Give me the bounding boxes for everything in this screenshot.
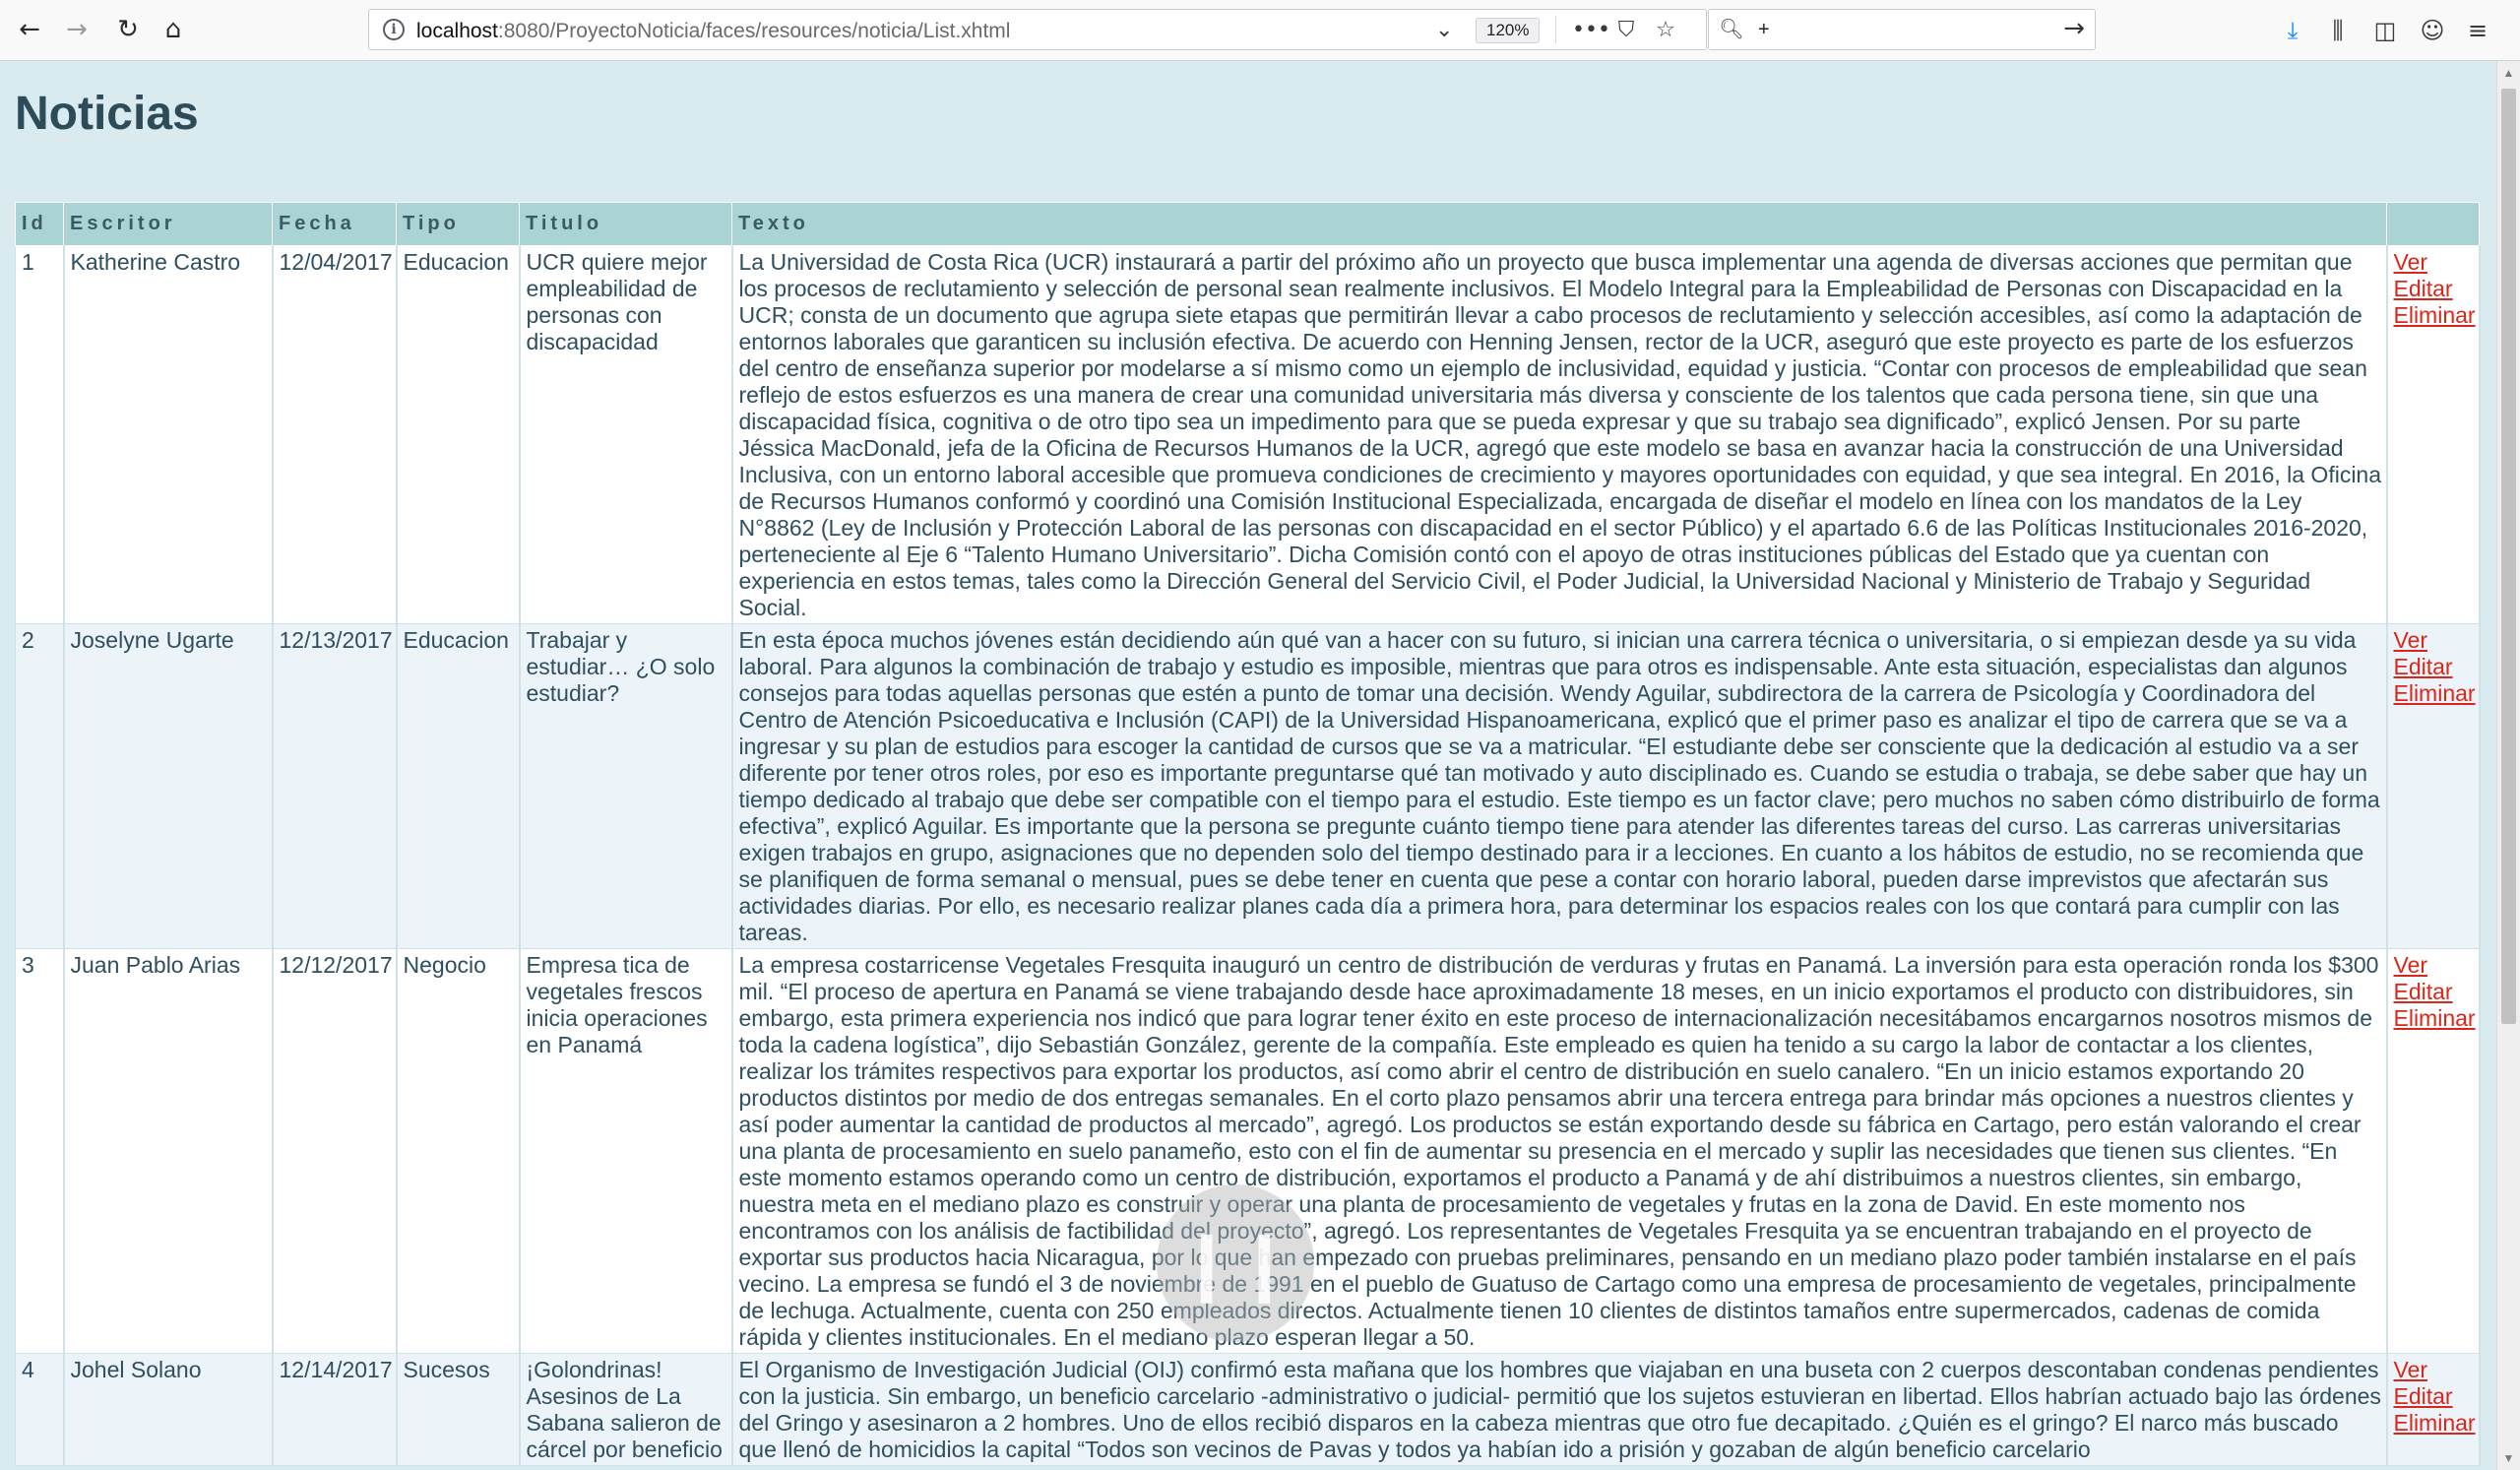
column-header-escritor: Escritor (63, 202, 273, 246)
column-header-texto: Texto (731, 202, 2387, 246)
cell-texto: La Universidad de Costa Rica (UCR) insta… (731, 245, 2388, 624)
cell-escritor: Joselyne Ugarte (63, 623, 274, 949)
eliminar-link[interactable]: Eliminar (2394, 302, 2476, 329)
cell-fecha: 12/04/2017 (272, 245, 398, 624)
ver-link[interactable]: Ver (2394, 952, 2475, 979)
eliminar-link[interactable]: Eliminar (2394, 680, 2476, 707)
cell-texto: En esta época muchos jóvenes están decid… (731, 623, 2388, 949)
table-row: 1 Katherine Castro 12/04/2017 Educacion … (15, 245, 2481, 624)
scroll-down-icon[interactable]: ▼ (2497, 1446, 2520, 1470)
cell-id: 3 (15, 948, 65, 1354)
table-row: 2 Joselyne Ugarte 12/13/2017 Educacion T… (15, 623, 2481, 949)
editar-link[interactable]: Editar (2394, 979, 2475, 1005)
page-actions-icon[interactable]: ••• (1572, 16, 1610, 45)
cell-actions: Ver Editar Eliminar (2386, 245, 2481, 624)
column-header-id: Id (15, 202, 64, 246)
cell-tipo: Educacion (396, 245, 521, 624)
back-button[interactable]: ← (12, 12, 47, 47)
ver-link[interactable]: Ver (2394, 627, 2475, 654)
sidebar-icon[interactable]: ◫ (2368, 14, 2402, 47)
url-separator (1555, 16, 1556, 43)
pocket-icon[interactable]: ⛉ (1611, 16, 1641, 45)
video-play-overlay-icon[interactable]: ❙❙ (1157, 1184, 1314, 1342)
bookmark-star-icon[interactable]: ☆ (1651, 16, 1680, 45)
home-button[interactable]: ⌂ (156, 12, 191, 47)
cell-id: 2 (15, 623, 65, 949)
account-icon[interactable]: ☺ (2416, 14, 2449, 47)
cell-tipo: Negocio (396, 948, 521, 1354)
vertical-scrollbar[interactable]: ▲ ▼ (2496, 61, 2520, 1470)
library-icon[interactable]: ⫼ (2321, 14, 2355, 47)
forward-button[interactable]: → (59, 12, 94, 47)
cell-actions: Ver Editar Eliminar (2386, 1353, 2481, 1466)
page-title: Noticias (15, 88, 199, 140)
cell-actions: Ver Editar Eliminar (2386, 623, 2481, 949)
scrollbar-thumb[interactable] (2501, 89, 2516, 1024)
editar-link[interactable]: Editar (2394, 654, 2475, 680)
download-icon[interactable]: ⤓ (2276, 14, 2309, 47)
url-text[interactable]: localhost:8080/ProyectoNoticia/faces/res… (416, 20, 1010, 43)
cell-escritor: Katherine Castro (63, 245, 274, 624)
zoom-indicator[interactable]: 120% (1476, 18, 1541, 43)
reload-button[interactable]: ↻ (110, 12, 146, 47)
eliminar-link[interactable]: Eliminar (2394, 1410, 2476, 1437)
search-icon: 🔍︎ (1719, 19, 1744, 40)
cell-actions: Ver Editar Eliminar (2386, 948, 2481, 1354)
eliminar-link[interactable]: Eliminar (2394, 1005, 2476, 1032)
column-header-acciones (2386, 202, 2480, 246)
browser-toolbar: ← → ↻ ⌂ i localhost:8080/ProyectoNoticia… (0, 0, 2520, 61)
ver-link[interactable]: Ver (2394, 1357, 2475, 1383)
column-header-titulo: Titulo (519, 202, 732, 246)
cell-fecha: 12/12/2017 (272, 948, 398, 1354)
page-content: Noticias Id Escritor Fecha Tipo Titulo T… (0, 61, 2496, 1470)
cell-fecha: 12/14/2017 (272, 1353, 398, 1466)
cell-titulo: Empresa tica de vegetales frescos inicia… (519, 948, 733, 1354)
cell-texto: La empresa costarricense Vegetales Fresq… (731, 948, 2388, 1354)
cell-id: 4 (15, 1353, 65, 1466)
cell-tipo: Educacion (396, 623, 521, 949)
info-icon[interactable]: i (383, 19, 405, 40)
cell-id: 1 (15, 245, 65, 624)
cell-fecha: 12/13/2017 (272, 623, 398, 949)
cell-tipo: Sucesos (396, 1353, 521, 1466)
url-path: :8080/ProyectoNoticia/faces/resources/no… (497, 20, 1011, 42)
cell-titulo: Trabajar y estudiar… ¿O solo estudiar? (519, 623, 733, 949)
scroll-up-icon[interactable]: ▲ (2497, 61, 2520, 85)
table-header-row: Id Escritor Fecha Tipo Titulo Texto (15, 202, 2480, 246)
chevron-down-icon[interactable]: ⌄ (1435, 17, 1453, 42)
table-row: 4 Johel Solano 12/14/2017 Sucesos ¡Golon… (15, 1353, 2481, 1466)
url-bar[interactable]: i localhost:8080/ProyectoNoticia/faces/r… (368, 9, 1707, 50)
cell-texto: El Organismo de Investigación Judicial (… (731, 1353, 2388, 1466)
ver-link[interactable]: Ver (2394, 249, 2475, 276)
cell-escritor: Johel Solano (63, 1353, 274, 1466)
editar-link[interactable]: Editar (2394, 1383, 2475, 1410)
search-bar[interactable]: 🔍︎ + → (1708, 9, 2096, 50)
cell-titulo: UCR quiere mejor empleabilidad de person… (519, 245, 733, 624)
menu-icon[interactable]: ≡ (2461, 14, 2494, 47)
url-host: localhost (416, 20, 498, 42)
column-header-tipo: Tipo (396, 202, 520, 246)
search-input[interactable]: + (1758, 19, 1770, 41)
column-header-fecha: Fecha (272, 202, 397, 246)
search-go-arrow-icon[interactable]: → (2063, 14, 2085, 43)
editar-link[interactable]: Editar (2394, 276, 2475, 302)
cell-titulo: ¡Golondrinas! Asesinos de La Sabana sali… (519, 1353, 733, 1466)
cell-escritor: Juan Pablo Arias (63, 948, 274, 1354)
